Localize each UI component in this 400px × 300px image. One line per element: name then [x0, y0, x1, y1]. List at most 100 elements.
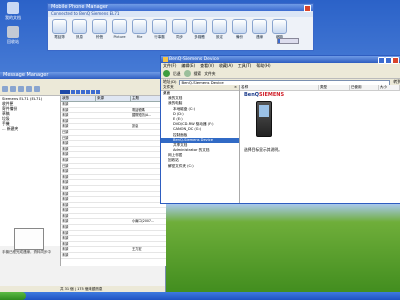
explorer-title: BenQ-Siemens Device [169, 57, 220, 62]
back-icon[interactable] [2, 86, 8, 92]
tab[interactable] [76, 90, 80, 94]
tool-button[interactable]: Picture [111, 19, 128, 40]
table-cell [96, 225, 131, 230]
tool-label: 設定 [216, 35, 223, 39]
message-list: 狀態 來源 主題 未讀 未讀 電話號碼 未讀 國際短訊(A... 未讀 未讀 訊息 已讀 已讀 未讀… [60, 96, 166, 266]
tree-item[interactable]: ... 新建夾 [0, 126, 60, 131]
phone-icon [52, 19, 67, 34]
table-cell [96, 242, 131, 247]
column-type[interactable]: 类型 [319, 85, 350, 90]
table-cell [131, 236, 166, 241]
table-cell: 未讀 [62, 146, 69, 151]
connection-hint: 手機已經完成連線，資料同步中 [2, 250, 51, 254]
start-button[interactable] [0, 292, 26, 300]
taskbar [0, 292, 400, 300]
tool-button[interactable]: 電話簿 [51, 19, 68, 40]
tab-all[interactable] [60, 90, 70, 94]
table-row[interactable]: 未讀 [61, 253, 166, 259]
tool-button[interactable]: 網路 [271, 19, 288, 40]
menu-item[interactable]: 工具(T) [238, 63, 252, 69]
column-headers: 名称 类型 已使用 大小 [240, 85, 400, 91]
tool-button[interactable]: 連線 [251, 19, 268, 40]
close-icon[interactable] [392, 57, 399, 64]
table-cell: 未讀 [62, 174, 69, 179]
table-cell [96, 186, 131, 191]
column-name[interactable]: 名称 [240, 85, 319, 90]
tab[interactable] [71, 90, 75, 94]
forward-icon[interactable] [10, 86, 16, 92]
table-cell [131, 225, 166, 230]
column-header[interactable]: 來源 [96, 96, 131, 101]
column-used[interactable]: 已使用 [350, 85, 379, 90]
tool-button[interactable]: 訊息 [71, 19, 88, 40]
description-text: 选择目标显示其说明。 [244, 147, 282, 152]
folder-tree-item[interactable]: 解密文件夹 (C:) [161, 164, 239, 169]
reply-icon[interactable] [26, 86, 32, 92]
tab[interactable] [96, 90, 100, 94]
tab[interactable] [86, 90, 90, 94]
sync-progress [277, 38, 299, 44]
phone-connection-icon [14, 228, 44, 250]
table-cell: 未讀 [62, 236, 69, 241]
close-icon[interactable] [304, 5, 311, 12]
phone-manager-title: Mobile Phone Manager [48, 4, 313, 11]
tool-button[interactable]: 同步 [171, 19, 188, 40]
tool-button[interactable]: 行事曆 [151, 19, 168, 40]
forward-icon[interactable] [183, 70, 191, 77]
table-cell [96, 158, 131, 163]
close-icon[interactable]: × [234, 85, 237, 90]
table-cell [96, 113, 131, 118]
tool-button[interactable]: 多媒體 [191, 19, 208, 40]
new-message-icon[interactable] [18, 86, 24, 92]
folders-header-label: 文件夹 [163, 85, 174, 89]
table-cell [96, 169, 131, 174]
desktop-icon-label: 回收站 [7, 39, 19, 44]
folders-button[interactable]: 文件夹 [204, 71, 215, 77]
explorer-window: BenQ-Siemens Device 文件(F) 编辑(E) 查看(V) 收藏(A)… [160, 55, 400, 204]
menu-item[interactable]: 收藏(A) [219, 63, 233, 69]
brand-main: BenQ [244, 92, 260, 98]
tool-button[interactable]: File [131, 19, 148, 40]
tab[interactable] [81, 90, 85, 94]
table-cell: 未讀 [62, 141, 69, 146]
table-cell: 未讀 [62, 169, 69, 174]
message-icon [72, 19, 87, 34]
menu-item[interactable]: 帮助(H) [256, 63, 270, 69]
table-cell [96, 108, 131, 113]
menu-item[interactable]: 查看(V) [200, 63, 214, 69]
back-button-label[interactable]: 后退 [173, 71, 181, 77]
desktop-icon-my-documents[interactable]: 我的文档 [2, 2, 24, 21]
recycle-bin-icon [7, 26, 19, 38]
desktop-icon-recycle-bin[interactable]: 回收站 [2, 26, 24, 45]
maximize-icon[interactable] [385, 57, 392, 64]
tool-button[interactable]: 設定 [211, 19, 228, 40]
folders-header: 文件夹 × [161, 85, 239, 91]
tool-button[interactable]: 備份 [231, 19, 248, 40]
search-button[interactable]: 搜索 [194, 71, 202, 77]
content-pane: 名称 类型 已使用 大小 BenQSIEMENS 选择目标显示其说明。 [240, 85, 400, 203]
tool-label: 鈴聲 [96, 35, 103, 39]
table-cell: 已讀 [62, 129, 69, 134]
table-cell [96, 164, 131, 169]
brand-accent: SIEMENS [259, 92, 285, 98]
settings-icon [212, 19, 227, 34]
table-cell [131, 253, 166, 258]
table-cell: 未讀 [62, 124, 69, 129]
back-icon[interactable] [163, 70, 170, 77]
folder-icon [7, 2, 19, 14]
column-size[interactable]: 大小 [379, 85, 400, 90]
menu-item[interactable]: 编辑(E) [181, 63, 195, 69]
tab[interactable] [91, 90, 95, 94]
delete-icon[interactable] [34, 86, 40, 92]
column-header[interactable]: 狀態 [61, 96, 96, 101]
table-cell [96, 219, 131, 224]
table-cell [131, 231, 166, 236]
table-cell [96, 152, 131, 157]
menu-item[interactable]: 文件(F) [163, 63, 176, 69]
phone-manager-toolbar: 電話簿 訊息 鈴聲 Picture File 行事曆 同步 多媒體 設定 備份 連線 網路 [48, 17, 313, 42]
tool-label: 備份 [236, 35, 243, 39]
tool-button[interactable]: 鈴聲 [91, 19, 108, 40]
sync-icon [172, 19, 187, 34]
minimize-icon[interactable] [378, 57, 385, 64]
table-cell: 小兩口(2007... [132, 219, 154, 224]
